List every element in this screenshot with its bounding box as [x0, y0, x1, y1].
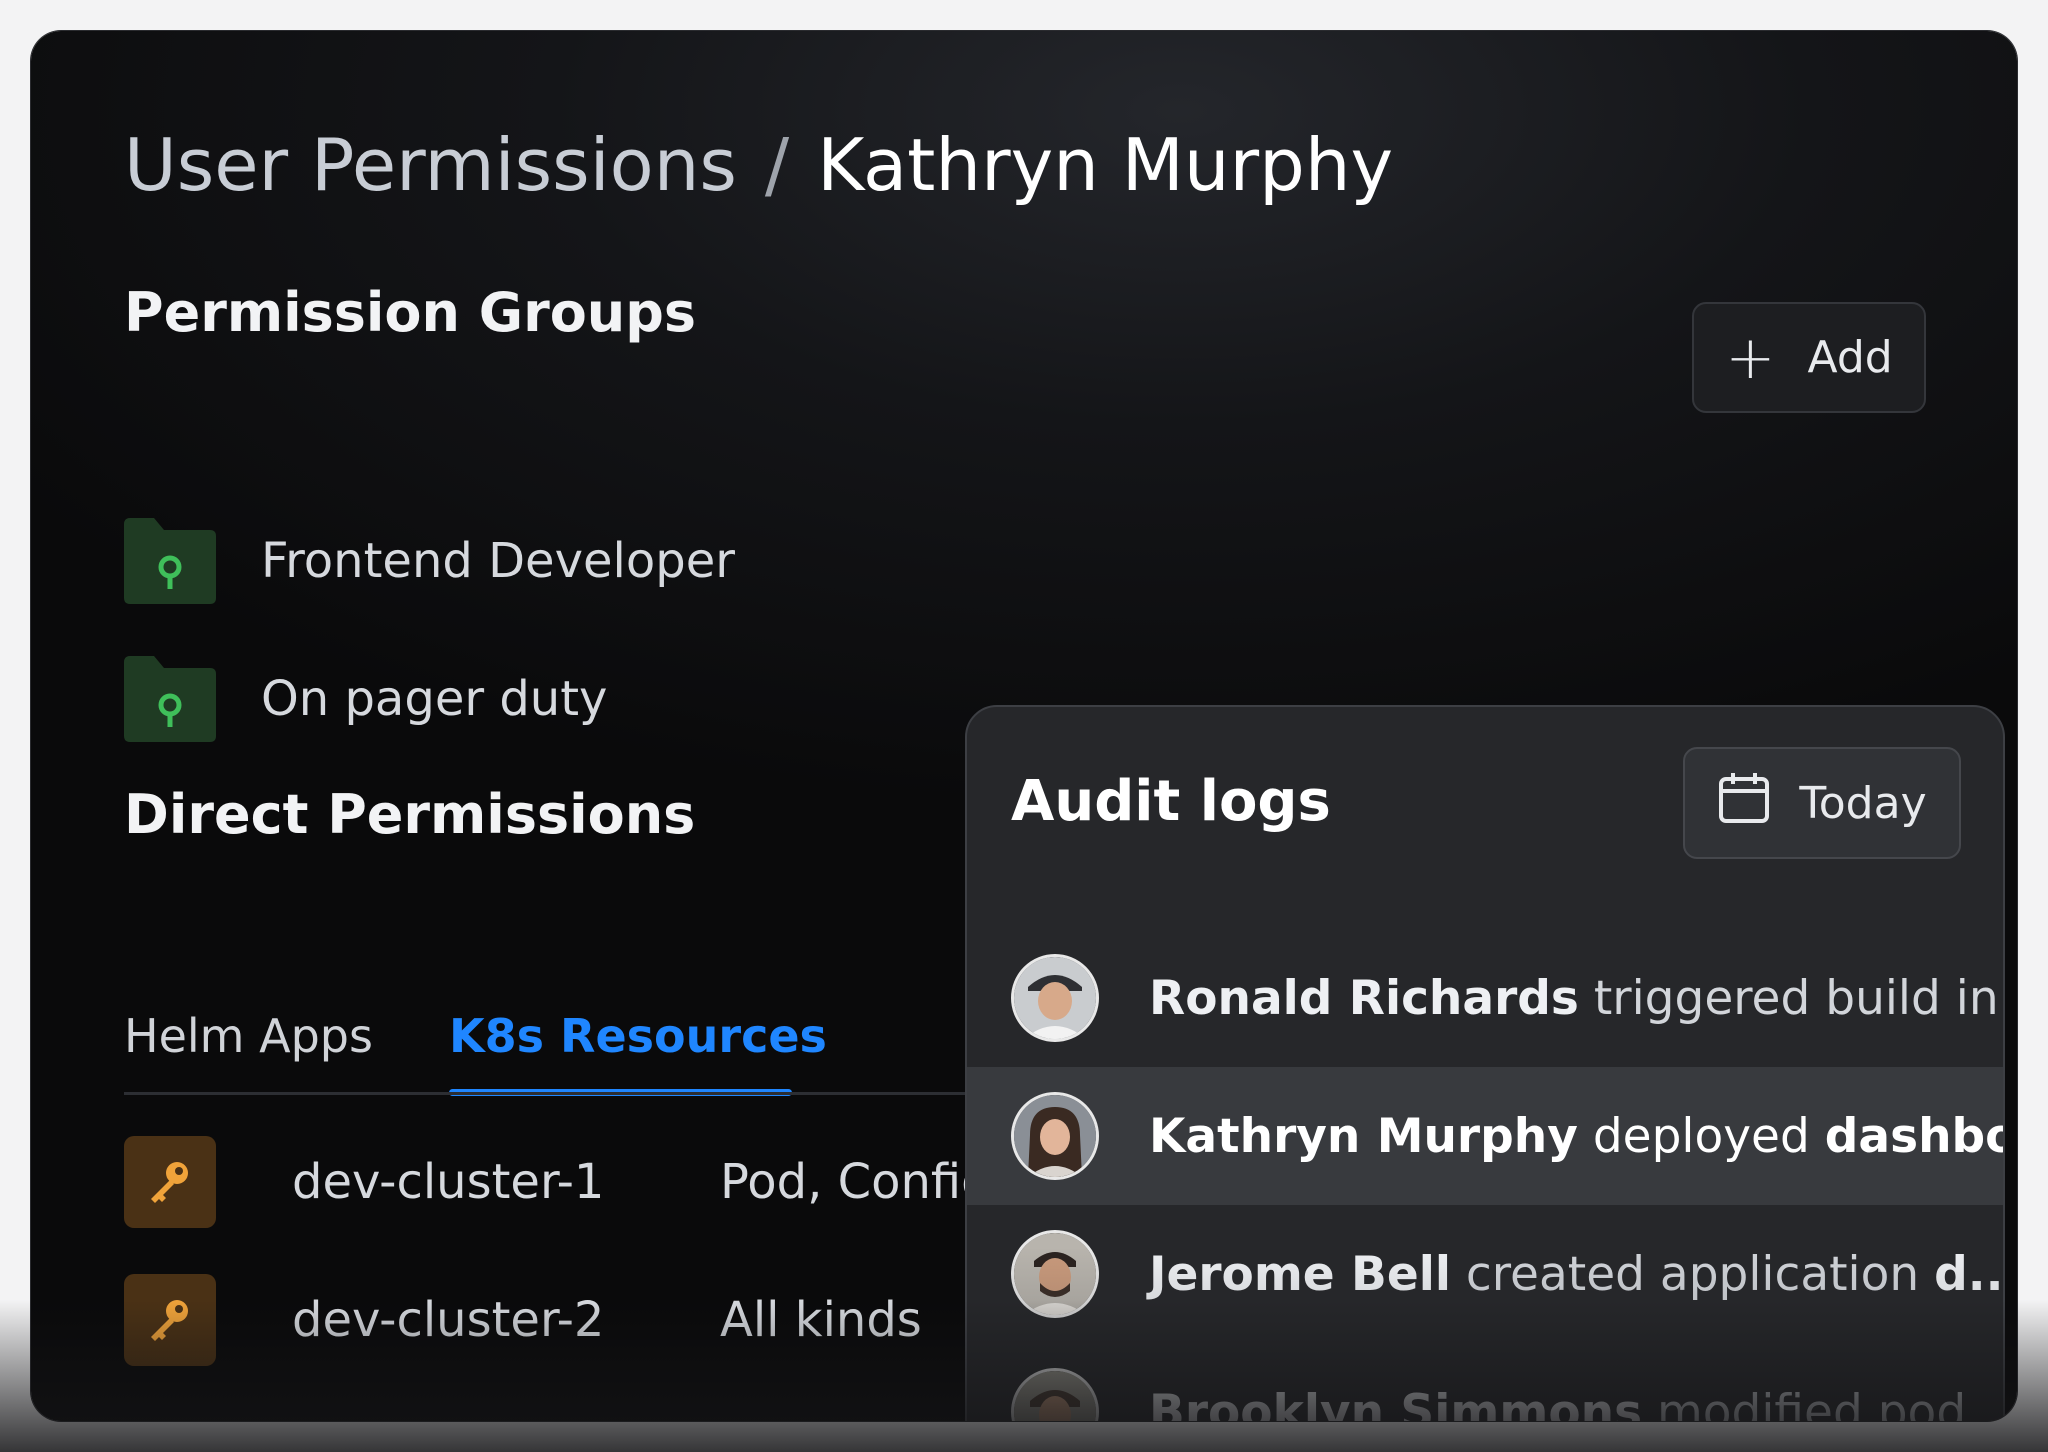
resource-kinds: All kinds: [720, 1292, 922, 1348]
direct-permissions-heading: Direct Permissions: [124, 783, 696, 846]
calendar-icon: [1717, 771, 1771, 836]
permission-tabs: Helm Apps K8s Resources: [124, 1009, 1024, 1099]
key-icon: [124, 1274, 216, 1366]
group-item-on-pager-duty[interactable]: On pager duty: [124, 654, 607, 744]
group-item-label: Frontend Developer: [261, 533, 735, 589]
resource-row[interactable]: dev-cluster-2 All kinds: [124, 1274, 922, 1366]
date-filter-button[interactable]: Today: [1683, 747, 1961, 859]
date-filter-label: Today: [1799, 777, 1927, 829]
audit-log-text: Kathryn Murphy deployed dashbo...: [1149, 1108, 2003, 1164]
page-title: Kathryn Murphy: [817, 123, 1394, 207]
breadcrumb: User Permissions / Kathryn Murphy: [124, 129, 1393, 201]
permission-groups-heading: Permission Groups: [124, 281, 697, 344]
tabs-divider: [124, 1092, 1024, 1095]
avatar: [1011, 1368, 1099, 1421]
audit-log-text: Brooklyn Simmons modified pod ...: [1149, 1384, 2005, 1422]
folder-key-icon: [124, 518, 216, 604]
audit-log-text: Jerome Bell created application d...: [1149, 1246, 2004, 1302]
tab-helm-apps[interactable]: Helm Apps: [124, 1009, 373, 1063]
avatar: [1011, 1230, 1099, 1318]
add-button-label: Add: [1807, 332, 1893, 383]
folder-key-icon: [124, 656, 216, 742]
group-item-frontend-developer[interactable]: Frontend Developer: [124, 516, 735, 606]
key-icon: [124, 1136, 216, 1228]
permissions-card: User Permissions / Kathryn Murphy Permissi…: [31, 31, 2017, 1421]
audit-log-entry[interactable]: Jerome Bell created application d...: [967, 1205, 2003, 1343]
resource-name: dev-cluster-2: [292, 1292, 605, 1348]
resource-row[interactable]: dev-cluster-1 Pod, Config: [124, 1136, 992, 1228]
breadcrumb-separator: /: [764, 123, 790, 207]
audit-logs-panel: Audit logs Today Ronald Richards trigger…: [965, 705, 2005, 1421]
audit-log-entry[interactable]: Ronald Richards triggered build in...: [967, 929, 2003, 1067]
audit-log-entry[interactable]: Brooklyn Simmons modified pod ...: [967, 1343, 2003, 1421]
avatar: [1011, 1092, 1099, 1180]
resource-kinds: Pod, Config: [720, 1154, 992, 1210]
audit-log-text: Ronald Richards triggered build in...: [1149, 970, 2005, 1026]
resource-name: dev-cluster-1: [292, 1154, 605, 1210]
audit-log-entry[interactable]: Kathryn Murphy deployed dashbo...: [967, 1067, 2003, 1205]
breadcrumb-parent-link[interactable]: User Permissions: [124, 123, 737, 207]
plus-icon: +: [1725, 322, 1776, 393]
audit-logs-title: Audit logs: [1011, 769, 1331, 834]
add-group-button[interactable]: + Add: [1692, 302, 1926, 413]
group-item-label: On pager duty: [261, 671, 608, 727]
avatar: [1011, 954, 1099, 1042]
tab-k8s-resources[interactable]: K8s Resources: [449, 1009, 827, 1063]
